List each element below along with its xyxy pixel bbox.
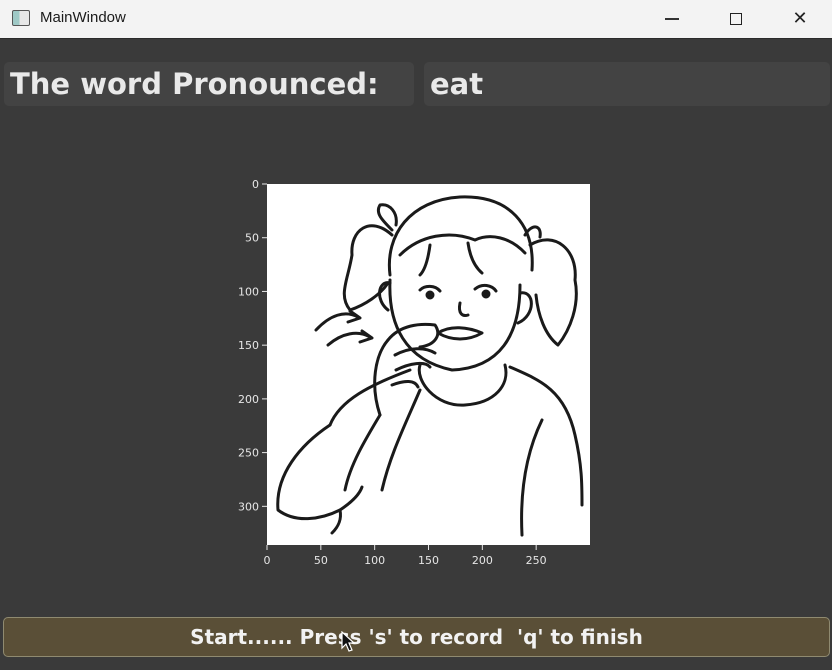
mouse-cursor-icon [341,631,355,652]
window-title: MainWindow [40,9,126,26]
main-window: MainWindow ✕ The word Pronounced: eat 0 … [0,0,832,670]
word-pronounced-label: The word Pronounced: [4,62,414,106]
y-axis-ticks: 0 50 100 150 200 250 300 [238,178,267,513]
y-tick-label: 300 [238,500,259,513]
x-tick-label: 50 [314,554,328,567]
y-tick-label: 250 [238,447,259,460]
y-tick-label: 50 [245,232,259,245]
y-tick-label: 0 [252,178,259,191]
close-icon: ✕ [792,8,808,29]
sign-image-plot: 0 50 100 150 200 250 300 0 50 100 150 200 250 [220,175,610,575]
minimize-button[interactable] [640,0,704,38]
plot-canvas: 0 50 100 150 200 250 300 0 50 100 150 200 250 [238,178,590,567]
x-tick-label: 0 [264,554,271,567]
x-axis-ticks: 0 50 100 150 200 250 [264,545,547,567]
y-tick-label: 200 [238,393,259,406]
close-button[interactable]: ✕ [768,0,832,38]
maximize-button[interactable] [704,0,768,38]
x-tick-label: 250 [526,554,547,567]
x-tick-label: 200 [472,554,493,567]
x-tick-label: 150 [418,554,439,567]
minimize-icon [665,18,679,20]
app-window-icon [12,10,30,26]
y-tick-label: 100 [238,285,259,298]
y-tick-label: 150 [238,339,259,352]
maximize-icon [730,13,742,25]
status-instruction-bar: Start...... Press 's' to record 'q' to f… [3,617,830,657]
x-tick-label: 100 [364,554,385,567]
title-bar[interactable]: MainWindow ✕ [0,0,832,39]
pronounced-word-display: eat [424,62,830,106]
